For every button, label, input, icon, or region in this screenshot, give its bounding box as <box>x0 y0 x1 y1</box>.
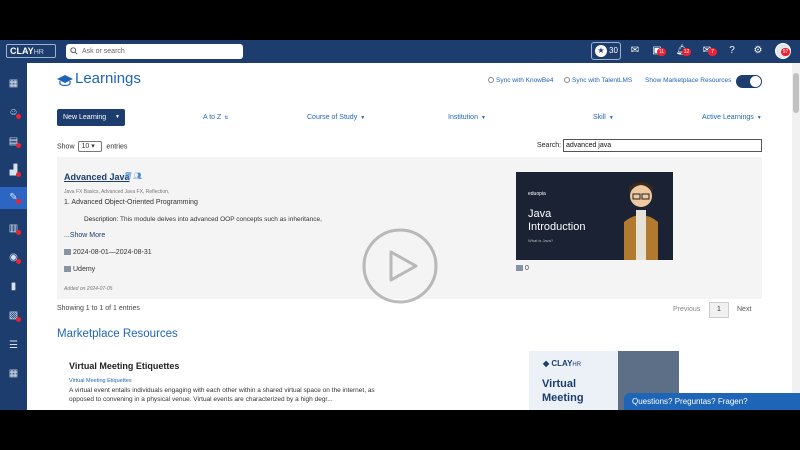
star-icon: ★ <box>595 45 607 57</box>
radio-icon <box>488 77 494 83</box>
users-icon[interactable]: 👥︎ <box>133 172 142 180</box>
marketplace-item-tag: Virtual Meeting Etiquettes <box>69 378 132 384</box>
learning-title-link[interactable]: Advanced Java <box>64 172 130 182</box>
apps-icon[interactable]: ⚙ <box>751 44 765 58</box>
sidebar-item-learnings[interactable]: ✎ <box>0 187 27 209</box>
sidebar-item-people[interactable]: ☺ <box>0 102 27 124</box>
thumbnail-subtitle: What is Java? <box>528 238 554 243</box>
sidebar-item-team[interactable]: ▧ <box>0 305 27 327</box>
filter-a-to-z[interactable]: A to Z ⇅ <box>203 114 229 121</box>
previous-page-button[interactable]: Previous <box>673 306 700 313</box>
caret-down-icon: ▼ <box>115 114 120 120</box>
chat-widget-button[interactable]: Questions? Preguntas? Fragen? <box>624 393 800 410</box>
filter-course-of-study[interactable]: Course of Study ▼ <box>307 114 365 121</box>
vertical-scrollbar[interactable] <box>792 63 800 410</box>
marketplace-item-description: A virtual event entails individuals enga… <box>69 387 375 403</box>
users-icon <box>516 265 523 271</box>
caret-down-icon: ▼ <box>608 115 614 121</box>
learning-added-date: Added on 2024-07-05 <box>64 286 113 292</box>
sidebar-item-more[interactable]: ▦ <box>0 363 27 385</box>
caret-down-icon: ▼ <box>360 115 366 121</box>
views-count: 0 <box>516 265 529 272</box>
sync-knowbe4-radio[interactable]: Sync with KnowBe4 <box>488 77 553 84</box>
page-size-control: Show 10 ▾ entries <box>57 141 128 152</box>
new-learning-button[interactable]: New Learning ▼ <box>57 109 125 126</box>
sidebar-item-documents[interactable]: ▤ <box>0 131 27 153</box>
global-search-input[interactable]: Ask or search <box>66 44 243 59</box>
next-page-button[interactable]: Next <box>737 306 751 313</box>
learning-tags: Java FX Basics, Advanced Java FX, Reflec… <box>64 189 170 195</box>
help-icon[interactable]: ? <box>725 44 739 58</box>
show-marketplace-label: Show Marketplace Resources <box>645 77 732 84</box>
sidebar-item-profile[interactable]: ◉ <box>0 247 27 269</box>
thumbnail-brand: eduopia <box>528 191 546 197</box>
scrollbar-thumb[interactable] <box>793 73 799 113</box>
table-search-label: Search: <box>537 142 562 149</box>
top-bar: CLAYHR Ask or search ★30 ✉ ▣ 11 🔔︎ 12 ✉ … <box>0 40 800 63</box>
show-marketplace-toggle[interactable] <box>736 75 762 88</box>
sidebar-item-analytics[interactable]: ▮ <box>0 276 27 298</box>
search-icon <box>70 47 78 55</box>
mail-badge: 7 <box>708 48 717 56</box>
avatar-badge: 97 <box>781 48 790 56</box>
stars-counter[interactable]: ★ 30 <box>591 42 621 60</box>
grid-icon: ▦ <box>8 78 19 89</box>
pagination-info: Showing 1 to 1 of 1 entries <box>57 305 140 312</box>
radio-icon <box>564 77 570 83</box>
thumbnail-title: Java Introduction <box>528 208 586 233</box>
caret-down-icon: ▼ <box>756 115 762 121</box>
app-window: CLAYHR Ask or search ★30 ✉ ▣ 11 🔔︎ 12 ✉ … <box>0 40 800 410</box>
play-icon[interactable] <box>361 227 439 305</box>
learning-dates: 2024-08-01—2024-08-31 <box>64 249 152 256</box>
learning-institution: Udemy <box>64 266 95 273</box>
page-size-select[interactable]: 10 ▾ <box>78 141 103 152</box>
marketplace-section-title: Marketplace Resources <box>57 328 178 340</box>
caret-down-icon: ▼ <box>480 115 486 121</box>
briefcase-badge: 11 <box>657 48 666 56</box>
sidebar-item-reports[interactable]: ▟ <box>0 160 27 182</box>
graduation-cap-icon <box>57 75 73 87</box>
institution-icon <box>64 266 71 272</box>
filter-institution[interactable]: Institution ▼ <box>448 114 486 121</box>
main-content: Learnings Sync with KnowBe4 Sync with Ta… <box>27 63 800 410</box>
page-title: Learnings <box>75 70 141 87</box>
filter-skill[interactable]: Skill ▼ <box>593 114 614 121</box>
thumbnail-logo: ◆ CLAYHR <box>543 359 582 368</box>
presenter-illustration <box>624 182 658 260</box>
video-thumbnail[interactable]: eduopia Java Introduction What is Java? <box>516 172 673 260</box>
sort-icon: ⇅ <box>224 115 229 121</box>
filter-active-learnings[interactable]: Active Learnings ▼ <box>702 114 762 121</box>
bar-chart-icon: ▮ <box>10 281 17 292</box>
sidebar-item-checklist[interactable]: ☰ <box>0 335 27 357</box>
learning-description: Description: This module delves into adv… <box>84 216 322 223</box>
clayhr-logo[interactable]: CLAYHR <box>6 44 56 58</box>
sidebar: ▦ ☺ ▤ ▟ ✎ ▥ ◉ ▮ ▧ ☰ ▦ <box>0 63 27 410</box>
list-icon: ☰ <box>9 340 18 351</box>
table-search-input[interactable]: advanced java <box>563 139 762 152</box>
delete-icon[interactable]: 🗑︎ <box>124 172 133 180</box>
sidebar-item-dashboard[interactable]: ▦ <box>0 73 27 95</box>
marketplace-item-title[interactable]: Virtual Meeting Etiquettes <box>69 361 179 371</box>
bell-badge: 12 <box>682 48 691 56</box>
sidebar-item-tasks[interactable]: ▥ <box>0 218 27 240</box>
sync-talentlms-radio[interactable]: Sync with TalentLMS <box>564 77 632 84</box>
inbox-icon[interactable]: ✉ <box>628 44 642 58</box>
calendar-icon <box>64 249 71 255</box>
thumbnail-title: Virtual Meeting <box>542 378 584 404</box>
grid-icon: ▦ <box>8 368 19 379</box>
learning-module: 1. Advanced Object-Oriented Programming <box>64 199 198 206</box>
page-1-button[interactable]: 1 <box>709 302 729 318</box>
show-more-link[interactable]: ...Show More <box>64 232 105 239</box>
